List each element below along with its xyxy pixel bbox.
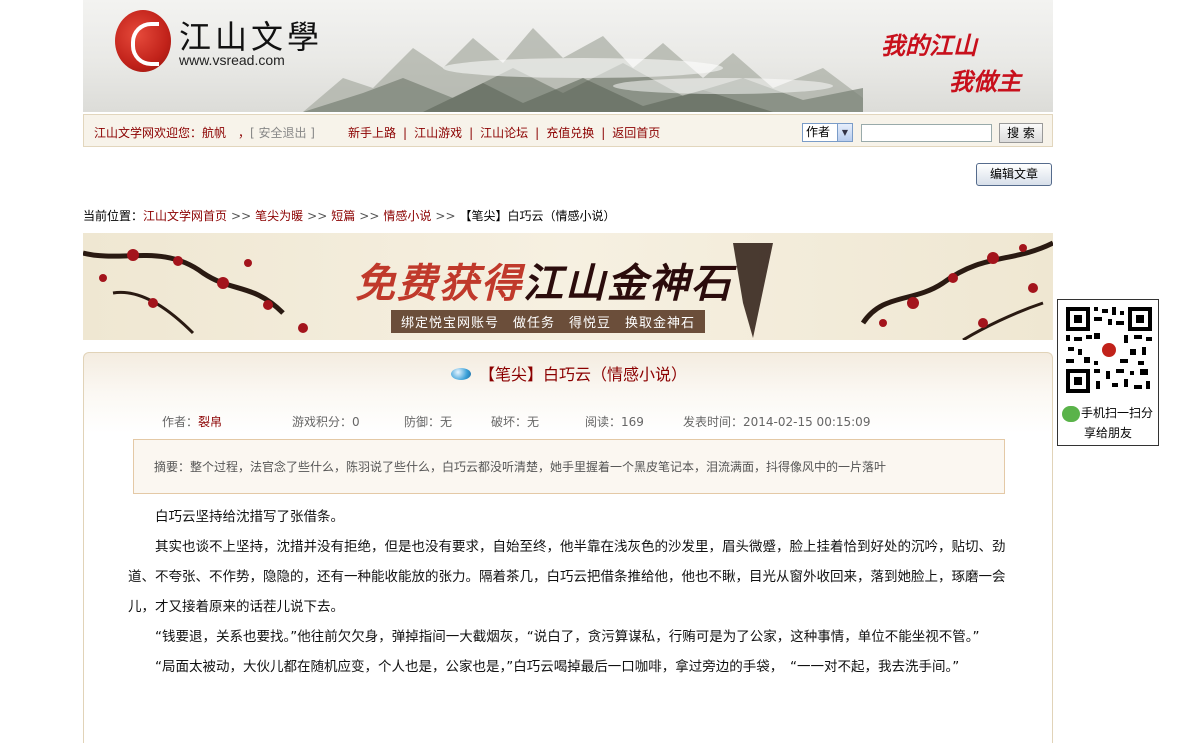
author-link[interactable]: 裂帛 bbox=[198, 415, 222, 429]
defense-stat: 防御：无 bbox=[404, 415, 453, 429]
logout-link[interactable]: [ 安全退出 ] bbox=[250, 124, 315, 141]
nav-link-recharge[interactable]: 充值兑换 bbox=[546, 126, 594, 140]
mountain-landscape-image bbox=[303, 28, 863, 112]
slogan-line-2: 我做主 bbox=[949, 67, 1021, 96]
gem-icon bbox=[450, 368, 471, 380]
nav-separator: | bbox=[601, 126, 606, 140]
breadcrumb: 当前位置：江山文学网首页 >> 笔尖为暖 >> 短篇 >> 情感小说 >> 【笔尖】白巧云（情感… bbox=[83, 207, 616, 224]
chevron-down-icon[interactable]: ▼ bbox=[837, 124, 852, 141]
welcome-text: 江山文学网欢迎您：航帆 ， bbox=[94, 126, 251, 140]
breadcrumb-separator: >> bbox=[359, 209, 380, 223]
promo-banner[interactable]: 免费获得江山金神石 绑定悦宝网账号 做任务 得悦豆 换取金神石 bbox=[83, 233, 1053, 340]
search-type-value: 作者 bbox=[806, 125, 831, 139]
nav-link-home[interactable]: 返回首页 bbox=[612, 126, 660, 140]
breadcrumb-label: 当前位置： bbox=[83, 209, 144, 223]
breadcrumb-current: 【笔尖】白巧云（情感小说） bbox=[459, 209, 616, 223]
qr-caption-line-2: 享给朋友 bbox=[1084, 426, 1133, 440]
search-button[interactable]: 搜 索 bbox=[999, 123, 1043, 143]
banner-title-part1: 免费获得 bbox=[355, 261, 523, 307]
author-label: 作者： bbox=[162, 415, 199, 429]
article-panel: 【笔尖】白巧云（情感小说） 作者：裂帛 游戏积分：0 防御：无 破坏：无 阅读：… bbox=[83, 352, 1053, 743]
article-summary: 摘要：整个过程，法官念了些什么，陈羽说了些什么，白巧云都没听清楚，她手里握着一个… bbox=[133, 439, 1005, 494]
article-paragraph: “钱要退，关系也要找。”他往前欠欠身，弹掉指间一大截烟灰，“说白了，贪污算谋私，… bbox=[155, 629, 980, 645]
article-title: 【笔尖】白巧云（情感小说） bbox=[84, 361, 1054, 385]
breadcrumb-item-category[interactable]: 情感小说 bbox=[383, 209, 431, 223]
top-nav-bar: 江山文学网欢迎您：航帆 ， [ 安全退出 ] 新手上路 | 江山游戏 | 江山论坛 | 充值… bbox=[83, 114, 1053, 147]
nav-separator: | bbox=[535, 126, 540, 140]
nav-separator: | bbox=[469, 126, 474, 140]
qr-caption-line-1: 手机扫一扫分 bbox=[1062, 404, 1153, 422]
edit-article-button[interactable]: 编辑文章 bbox=[976, 163, 1052, 186]
nav-link-newbie[interactable]: 新手上路 bbox=[348, 126, 396, 140]
breadcrumb-item-short[interactable]: 短篇 bbox=[331, 209, 355, 223]
damage-stat: 破坏：无 bbox=[491, 415, 540, 429]
article-author: 作者：裂帛 bbox=[162, 413, 222, 430]
qr-caption-text-1: 手机扫一扫分 bbox=[1081, 406, 1154, 420]
slogan-line-1: 我的江山 bbox=[881, 31, 977, 60]
nav-separator: | bbox=[403, 126, 408, 140]
breadcrumb-item-home[interactable]: 江山文学网首页 bbox=[143, 209, 227, 223]
breadcrumb-separator: >> bbox=[307, 209, 328, 223]
qr-code-icon[interactable] bbox=[1064, 305, 1154, 395]
read-count: 阅读：169 bbox=[585, 415, 644, 429]
breadcrumb-separator: >> bbox=[435, 209, 456, 223]
article-paragraph: 白巧云坚持给沈措写了张借条。 bbox=[155, 509, 344, 525]
banner-title: 免费获得江山金神石 bbox=[355, 251, 733, 309]
qr-share-box[interactable]: 手机扫一扫分 享给朋友 bbox=[1057, 299, 1159, 446]
site-logo-url[interactable]: www.vsread.com bbox=[179, 52, 285, 68]
banner-subtitle: 绑定悦宝网账号 做任务 得悦豆 换取金神石 bbox=[391, 310, 706, 333]
article-paragraph: 其实也谈不上坚持，沈措并没有拒绝，但是也没有要求，自始至终，他半靠在浅灰色的沙发… bbox=[128, 539, 1006, 615]
breadcrumb-separator: >> bbox=[231, 209, 252, 223]
site-header: 江山文學 www.vsread.com 我的江山 我做主 bbox=[83, 0, 1053, 112]
article-content: 白巧云坚持给沈措写了张借条。 其实也谈不上坚持，沈措并没有拒绝，但是也没有要求，… bbox=[128, 502, 1008, 682]
article-title-text: 【笔尖】白巧云（情感小说） bbox=[478, 365, 687, 384]
banner-title-part2: 江山金神石 bbox=[523, 261, 733, 307]
game-points: 游戏积分：0 bbox=[292, 415, 360, 429]
dragon-logo-icon[interactable] bbox=[115, 10, 171, 72]
publish-time: 发表时间：2014-02-15 00:15:09 bbox=[683, 415, 871, 429]
search-input[interactable] bbox=[861, 124, 992, 142]
nav-link-forum[interactable]: 江山论坛 bbox=[480, 126, 528, 140]
breadcrumb-item-column[interactable]: 笔尖为暖 bbox=[255, 209, 303, 223]
wechat-icon bbox=[1062, 405, 1080, 422]
article-paragraph: “局面太被动，大伙儿都在随机应变，个人也是，公家也是，”白巧云喝掉最后一口咖啡，… bbox=[155, 659, 960, 675]
nav-links: 新手上路 | 江山游戏 | 江山论坛 | 充值兑换 | 返回首页 bbox=[348, 124, 660, 141]
nav-link-games[interactable]: 江山游戏 bbox=[414, 126, 462, 140]
search-type-select[interactable]: 作者 ▼ bbox=[802, 123, 853, 142]
